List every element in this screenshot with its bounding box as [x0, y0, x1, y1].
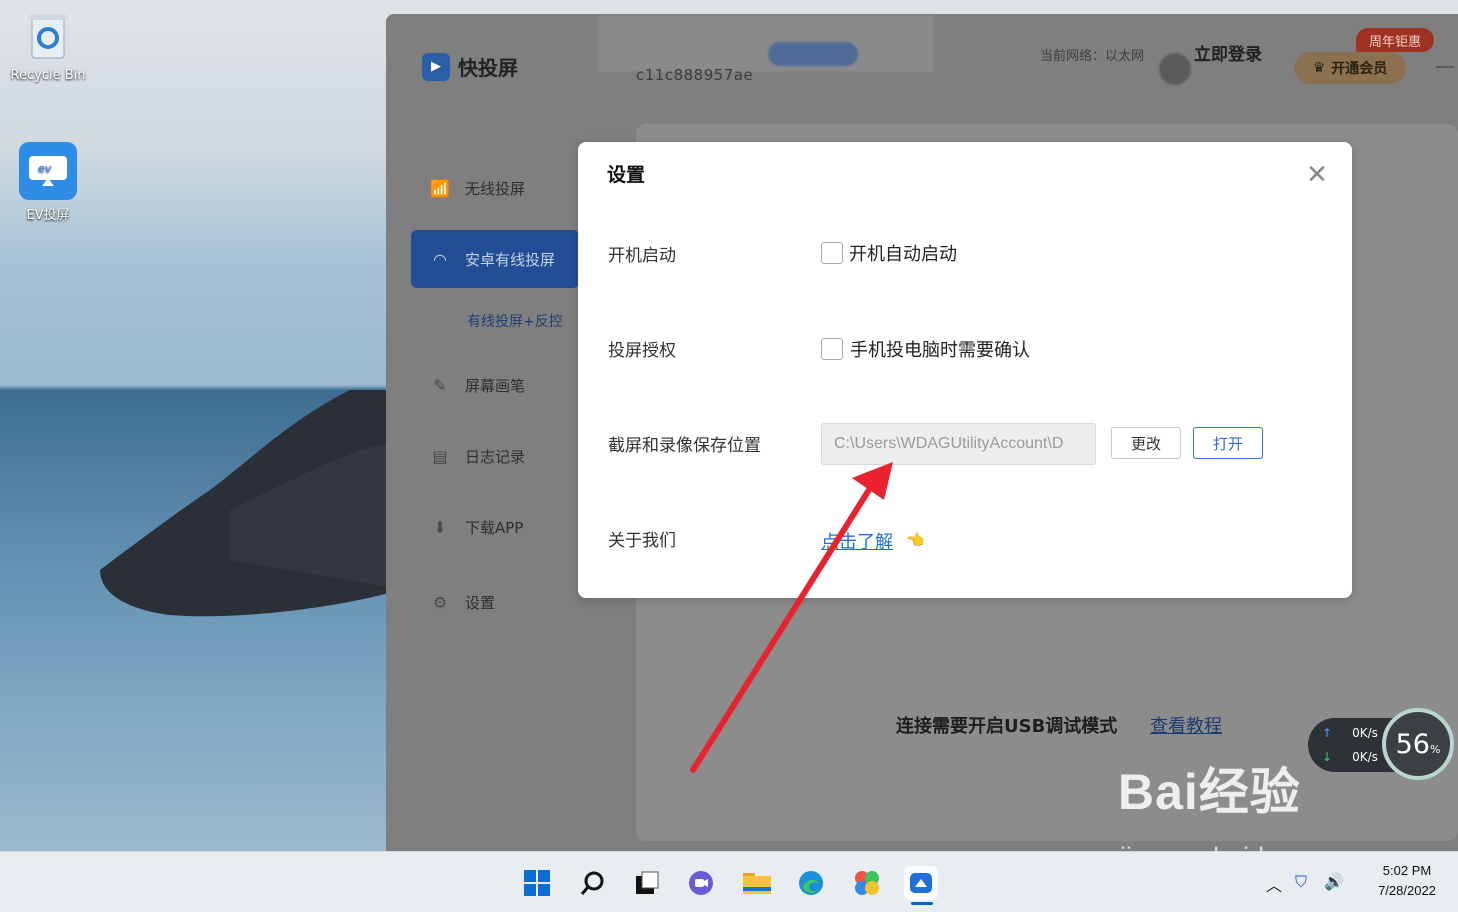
download-speed: 0K/s [1352, 750, 1378, 764]
gauge-percent-unit: % [1429, 742, 1441, 756]
gauge-percent: 56 [1395, 728, 1430, 760]
upload-speed: 0K/s [1352, 726, 1378, 740]
download-speed-icon: ↓ [1322, 750, 1333, 764]
cpu-gauge[interactable]: 56% [1382, 708, 1454, 780]
search-icon[interactable] [576, 866, 610, 900]
chevron-up-icon[interactable]: ︿ [1266, 872, 1282, 896]
clock-time: 5:02 PM [1382, 863, 1432, 878]
cast-app-icon[interactable] [904, 866, 938, 900]
file-explorer-icon[interactable] [740, 866, 774, 900]
edge-icon[interactable] [794, 866, 828, 900]
taskbar: ︿ ⛉ 🔊 5:02 PM 7/28/2022 [0, 851, 1458, 912]
chat-icon[interactable] [684, 866, 718, 900]
system-clock[interactable]: 5:02 PM 7/28/2022 [1362, 861, 1452, 901]
photos-icon[interactable] [850, 866, 884, 900]
volume-icon[interactable]: 🔊 [1324, 872, 1344, 891]
watermark-logo: Bai经验 [1118, 764, 1301, 820]
shield-icon[interactable]: ⛉ [1295, 872, 1307, 892]
clock-date: 7/28/2022 [1378, 883, 1436, 898]
upload-icon: ↑ [1322, 726, 1333, 740]
active-app-indicator [911, 902, 933, 905]
task-view-icon[interactable] [630, 866, 664, 900]
windows-start-icon[interactable] [520, 866, 554, 900]
